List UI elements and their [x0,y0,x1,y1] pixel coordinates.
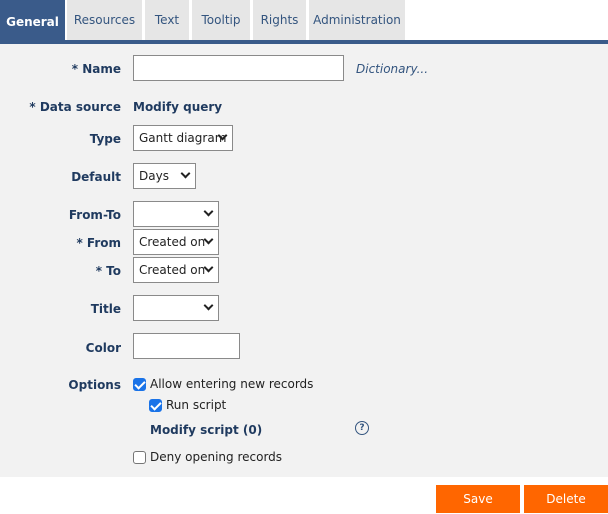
color-input[interactable] [133,333,240,359]
modify-script-link[interactable]: Modify script (0) [150,423,262,437]
from-to-label: From-To [68,208,121,222]
title-select[interactable] [133,295,219,321]
deny-opening-records-checkbox[interactable] [133,451,146,464]
run-script-checkbox[interactable] [149,399,162,412]
title-label: Title [90,302,121,316]
tab-tooltip[interactable]: Tooltip [192,0,250,40]
tab-resources[interactable]: Resources [67,0,142,40]
modify-query-link[interactable]: Modify query [133,100,222,114]
to-value: Created on [139,263,206,277]
from-label: * From [76,236,121,250]
save-button[interactable]: Save [436,485,520,513]
delete-button[interactable]: Delete [524,485,608,513]
type-value: Gantt diagram [139,131,227,145]
color-label: Color [85,341,121,355]
to-label: * To [95,264,121,278]
tab-bar: General Resources Text Tooltip Rights Ad… [0,0,608,44]
from-to-select[interactable] [133,201,219,227]
options-label: Options [68,378,121,392]
tab-text[interactable]: Text [145,0,189,40]
name-input[interactable] [133,55,344,81]
allow-new-records-checkbox[interactable] [133,378,146,391]
chevron-down-icon [203,206,214,217]
tab-general[interactable]: General [0,0,65,44]
dictionary-link[interactable]: Dictionary... [356,62,428,76]
allow-new-records-label: Allow entering new records [150,377,314,391]
chevron-down-icon [203,300,214,311]
chevron-down-icon [180,168,191,179]
tab-administration[interactable]: Administration [309,0,405,40]
from-select[interactable]: Created on [133,229,219,255]
default-select[interactable]: Days [133,163,196,189]
data-source-label: * Data source [29,100,121,114]
tab-rights[interactable]: Rights [253,0,306,40]
name-label: * Name [71,62,121,76]
from-value: Created on [139,235,206,249]
to-select[interactable]: Created on [133,257,219,283]
default-label: Default [71,170,121,184]
type-select[interactable]: Gantt diagram [133,125,233,151]
deny-opening-records-label: Deny opening records [150,450,283,464]
run-script-label: Run script [166,398,227,412]
default-value: Days [139,169,169,183]
help-icon[interactable]: ? [355,421,369,435]
type-label: Type [89,132,121,146]
